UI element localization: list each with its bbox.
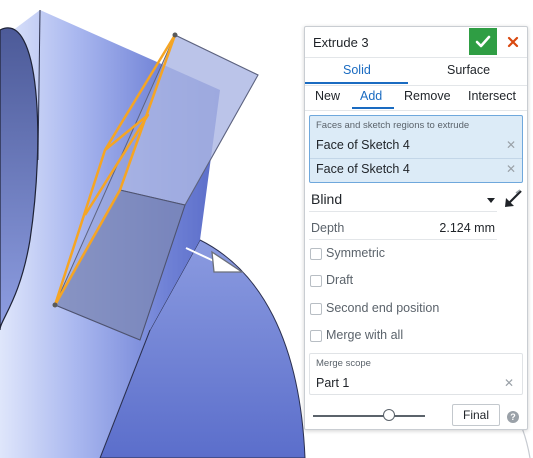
final-button[interactable]: Final xyxy=(452,404,500,426)
selection-item[interactable]: Face of Sketch 4 ✕ xyxy=(310,158,522,180)
end-type-value: Blind xyxy=(311,191,343,207)
depth-input[interactable]: 2.124 mm xyxy=(439,221,495,235)
draft-checkbox[interactable]: Draft xyxy=(310,273,510,291)
help-icon[interactable]: ? xyxy=(507,411,519,423)
history-slider[interactable] xyxy=(313,415,425,417)
flip-direction-icon xyxy=(505,189,522,207)
cancel-button[interactable] xyxy=(501,28,525,55)
extrude-dialog: Extrude 3 Solid Surface New Add Remove I… xyxy=(304,26,528,430)
remove-selection-icon[interactable]: ✕ xyxy=(506,138,516,152)
symmetric-checkbox[interactable]: Symmetric xyxy=(310,246,510,264)
chevron-down-icon xyxy=(487,198,495,203)
end-type-dropdown[interactable]: Blind xyxy=(309,189,497,212)
selection-field-label: Faces and sketch regions to extrude xyxy=(316,120,470,131)
close-icon xyxy=(507,36,519,47)
tab-new[interactable]: New xyxy=(315,89,340,103)
checkbox-icon xyxy=(310,275,322,287)
selection-field[interactable]: Faces and sketch regions to extrude Face… xyxy=(309,115,523,183)
checkbox-icon xyxy=(310,330,322,342)
tab-add[interactable]: Add xyxy=(360,89,382,103)
merge-scope-label: Merge scope xyxy=(316,358,371,369)
checkmark-icon xyxy=(475,35,491,47)
history-slider-thumb[interactable] xyxy=(383,409,395,421)
second-end-position-checkbox[interactable]: Second end position xyxy=(310,301,510,319)
merge-scope-field[interactable]: Merge scope Part 1 ✕ xyxy=(309,353,523,395)
depth-field[interactable]: Depth 2.124 mm xyxy=(309,217,497,240)
body-type-tabs: Solid Surface xyxy=(305,57,527,86)
depth-label: Depth xyxy=(311,221,345,235)
second-end-position-label: Second end position xyxy=(326,301,440,315)
merge-with-all-label: Merge with all xyxy=(326,328,404,342)
symmetric-label: Symmetric xyxy=(326,246,386,260)
selection-item-label: Face of Sketch 4 xyxy=(316,138,410,152)
remove-selection-icon[interactable]: ✕ xyxy=(506,162,516,176)
selection-item-label: Face of Sketch 4 xyxy=(316,162,410,176)
selection-item[interactable]: Face of Sketch 4 ✕ xyxy=(310,134,522,156)
dialog-title: Extrude 3 xyxy=(313,35,369,50)
merge-scope-value: Part 1 xyxy=(316,376,350,390)
tab-remove[interactable]: Remove xyxy=(404,89,451,103)
operation-tabs: New Add Remove Intersect xyxy=(305,84,527,111)
merge-with-all-checkbox[interactable]: Merge with all xyxy=(310,328,510,346)
tab-surface[interactable]: Surface xyxy=(447,63,490,77)
tab-intersect[interactable]: Intersect xyxy=(468,89,516,103)
tab-add-underline xyxy=(352,107,394,109)
checkbox-icon xyxy=(310,303,322,315)
checkbox-icon xyxy=(310,248,322,260)
flip-direction-button[interactable] xyxy=(501,187,525,211)
tab-solid[interactable]: Solid xyxy=(343,63,371,77)
clear-merge-scope-icon[interactable]: ✕ xyxy=(504,376,514,390)
dialog-header: Extrude 3 xyxy=(305,27,527,57)
draft-label: Draft xyxy=(326,273,354,287)
accept-button[interactable] xyxy=(469,28,497,55)
